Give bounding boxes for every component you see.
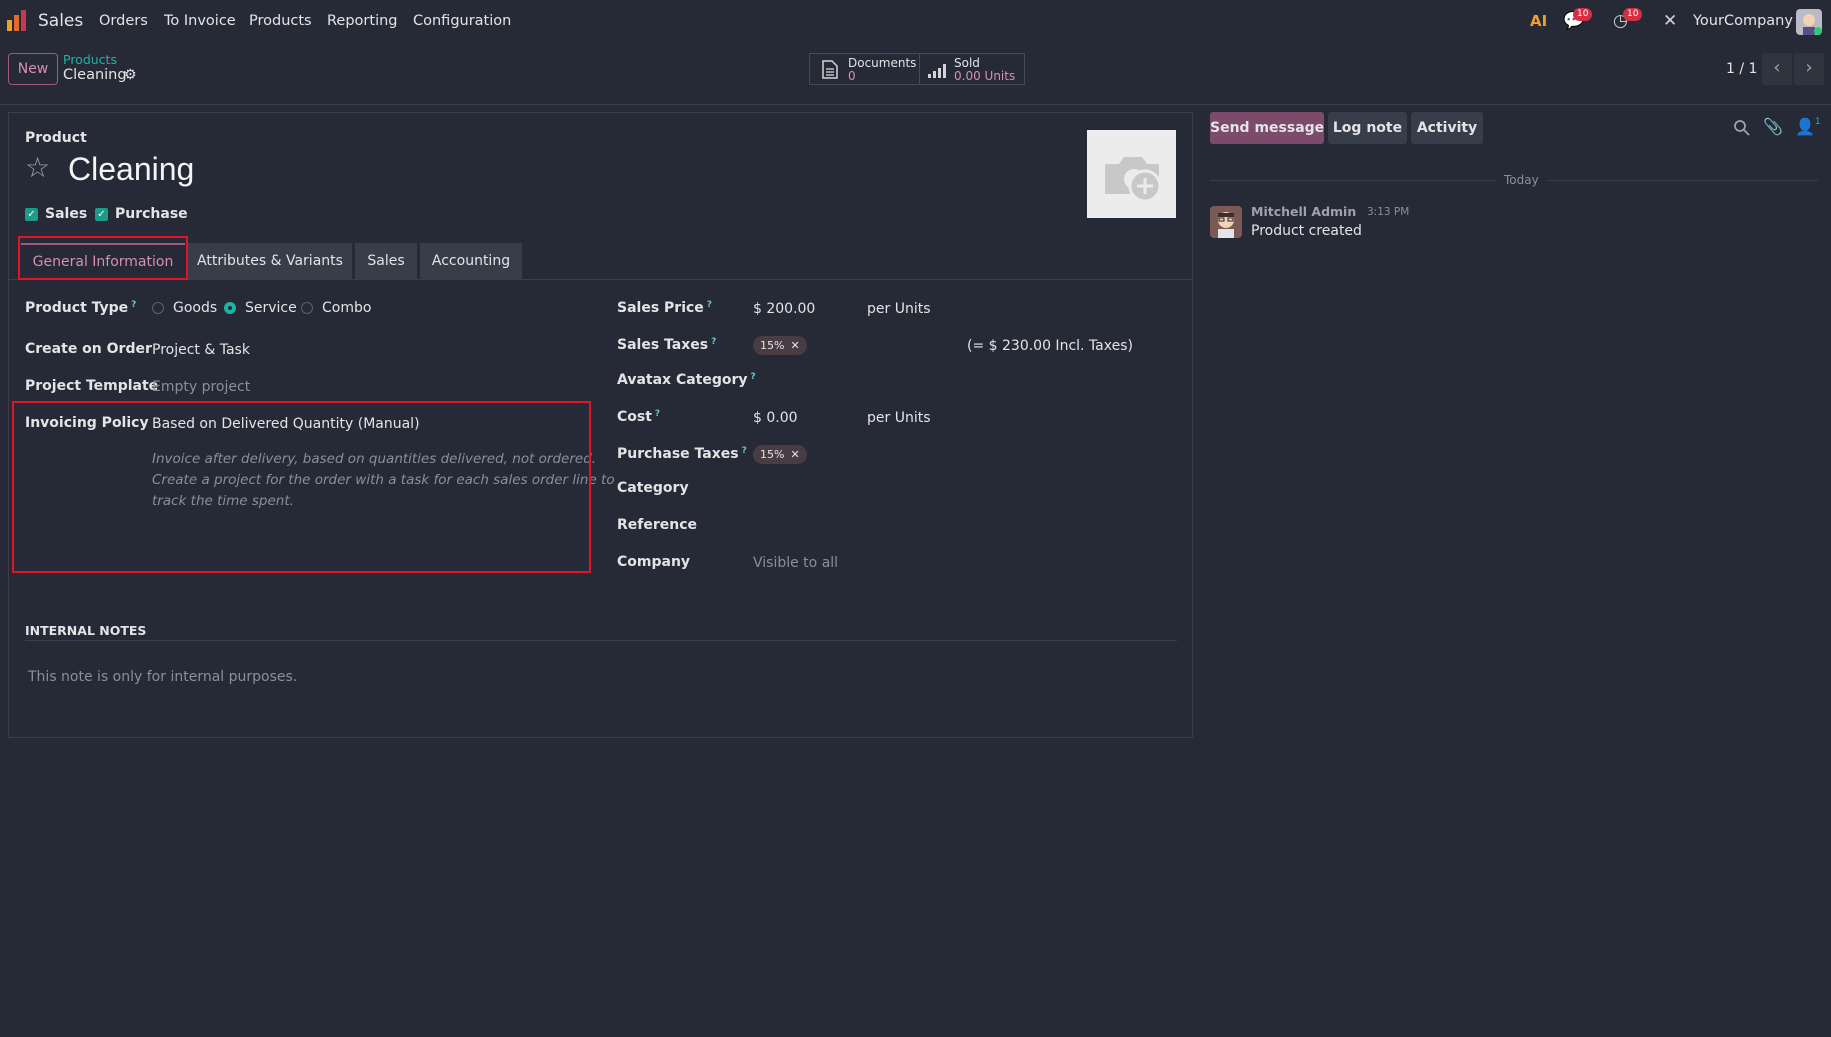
sales-price-input[interactable]: $ 200.00 xyxy=(753,301,815,317)
menu-products[interactable]: Products xyxy=(249,13,312,29)
category-label: Category xyxy=(617,480,689,496)
sales-price-uom: per Units xyxy=(867,301,931,317)
main-navbar: Sales Orders To Invoice Products Reporti… xyxy=(0,0,1831,44)
send-message-button[interactable]: Send message xyxy=(1210,112,1324,144)
menu-reporting[interactable]: Reporting xyxy=(327,13,398,29)
document-icon xyxy=(822,60,838,79)
product-type-label: Product Type? xyxy=(25,300,137,316)
pager-next-button[interactable]: › xyxy=(1794,53,1824,85)
activity-clock-icon[interactable]: ◷ 10 xyxy=(1613,8,1643,31)
create-on-order-select[interactable]: Project & Task xyxy=(152,342,250,358)
sales-checkbox-label: Sales xyxy=(45,206,88,222)
debug-tools-icon[interactable]: ✕ xyxy=(1663,11,1677,31)
sold-label: Sold xyxy=(954,56,980,70)
avatax-category-label: Avatax Category? xyxy=(617,372,756,388)
message-author[interactable]: Mitchell Admin xyxy=(1251,204,1356,219)
invoicing-policy-highlight xyxy=(12,401,591,573)
product-image-placeholder[interactable] xyxy=(1087,130,1176,218)
signal-bars-icon xyxy=(928,64,946,78)
purchase-checkbox-label: Purchase xyxy=(115,206,188,222)
company-input[interactable]: Visible to all xyxy=(753,555,838,571)
tab-sales[interactable]: Sales xyxy=(355,243,417,279)
radio-service-label[interactable]: Service xyxy=(245,300,297,316)
log-note-button[interactable]: Log note xyxy=(1328,112,1407,144)
menu-to-invoice[interactable]: To Invoice xyxy=(164,13,236,29)
project-template-label: Project Template xyxy=(25,378,159,394)
product-name[interactable]: Cleaning xyxy=(68,151,194,188)
purchase-tax-tag[interactable]: 15% ✕ xyxy=(753,445,807,464)
product-label: Product xyxy=(25,130,87,146)
pager-value[interactable]: 1 / 1 xyxy=(1726,61,1757,77)
breadcrumb-current: Cleaning xyxy=(63,67,127,83)
reference-label: Reference xyxy=(617,517,698,533)
message-body: Product created xyxy=(1251,223,1362,239)
sales-price-incl-taxes: (= $ 230.00 Incl. Taxes) xyxy=(967,338,1133,354)
sales-tax-tag[interactable]: 15% ✕ xyxy=(753,336,807,355)
create-on-order-label: Create on Order xyxy=(25,341,152,357)
messages-badge: 10 xyxy=(1573,8,1593,21)
internal-notes-divider xyxy=(25,640,1177,641)
cost-input[interactable]: $ 0.00 xyxy=(753,410,798,426)
activity-button[interactable]: Activity xyxy=(1411,112,1483,144)
company-label: Company xyxy=(617,554,691,570)
cost-label: Cost? xyxy=(617,409,661,425)
message-time: 3:13 PM xyxy=(1367,206,1410,218)
project-template-input[interactable]: Empty project xyxy=(152,379,250,395)
followers-icon[interactable]: 👤1 xyxy=(1795,117,1821,136)
ai-icon[interactable]: AI xyxy=(1530,12,1547,30)
radio-combo[interactable] xyxy=(301,302,313,314)
documents-stat-button[interactable]: Documents 0 xyxy=(809,53,920,85)
documents-value: 0 xyxy=(848,69,856,83)
internal-notes-title: INTERNAL NOTES xyxy=(25,623,147,638)
app-name[interactable]: Sales xyxy=(38,11,83,31)
sales-taxes-label: Sales Taxes? xyxy=(617,337,717,353)
search-icon[interactable] xyxy=(1733,119,1750,136)
tab-accounting[interactable]: Accounting xyxy=(420,243,522,279)
sold-value: 0.00 Units xyxy=(954,69,1016,83)
radio-goods[interactable] xyxy=(152,302,164,314)
menu-configuration[interactable]: Configuration xyxy=(413,13,511,29)
new-button[interactable]: New xyxy=(8,53,58,85)
message-author-avatar[interactable] xyxy=(1210,206,1242,238)
radio-combo-label[interactable]: Combo xyxy=(322,300,371,316)
sales-price-label: Sales Price? xyxy=(617,300,713,316)
pager-previous-button[interactable]: ‹ xyxy=(1762,53,1792,85)
sales-checkbox[interactable]: ✓ xyxy=(25,208,38,221)
internal-notes-input[interactable]: This note is only for internal purposes. xyxy=(28,669,297,685)
company-switcher[interactable]: YourCompany xyxy=(1693,13,1793,29)
sold-stat-button[interactable]: Sold 0.00 Units xyxy=(919,53,1025,85)
activities-badge: 10 xyxy=(1623,8,1643,21)
menu-orders[interactable]: Orders xyxy=(99,13,148,29)
user-avatar[interactable] xyxy=(1796,9,1822,35)
date-separator: Today xyxy=(1496,173,1547,187)
messages-icon[interactable]: 💬 10 xyxy=(1563,8,1593,31)
paperclip-icon[interactable]: 📎 xyxy=(1763,117,1783,136)
breadcrumb-products[interactable]: Products xyxy=(63,52,117,67)
remove-tag-icon[interactable]: ✕ xyxy=(790,448,799,461)
radio-service[interactable] xyxy=(224,302,236,314)
general-tab-highlight xyxy=(18,236,188,280)
gear-icon[interactable]: ⚙ xyxy=(124,67,137,83)
cost-uom: per Units xyxy=(867,410,931,426)
purchase-taxes-label: Purchase Taxes? xyxy=(617,446,747,462)
radio-goods-label[interactable]: Goods xyxy=(173,300,217,316)
sales-app-icon[interactable] xyxy=(6,10,28,32)
remove-tag-icon[interactable]: ✕ xyxy=(790,339,799,352)
favorite-star-icon[interactable]: ☆ xyxy=(25,151,50,184)
documents-label: Documents xyxy=(848,56,917,70)
tab-attributes-variants[interactable]: Attributes & Variants xyxy=(188,243,352,279)
purchase-checkbox[interactable]: ✓ xyxy=(95,208,108,221)
